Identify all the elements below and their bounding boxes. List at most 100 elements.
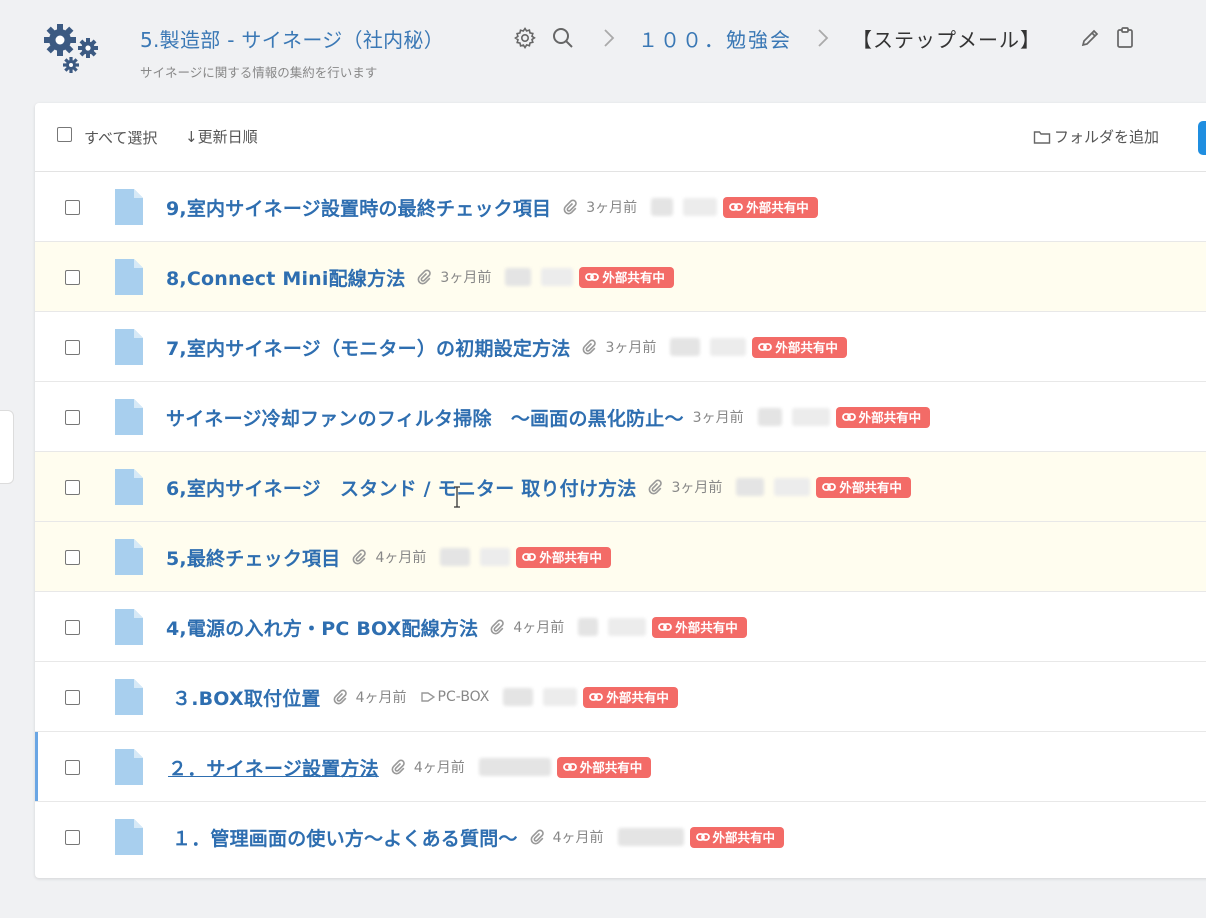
chevron-right-icon — [596, 25, 622, 51]
primary-action-button[interactable] — [1198, 121, 1206, 155]
space-title[interactable]: 5.製造部 - サイネージ（社内秘） — [140, 24, 444, 53]
external-share-badge[interactable]: 外部共有中 — [752, 336, 847, 358]
row-title[interactable]: 4,電源の入れ方・PC BOX配線方法 — [166, 614, 478, 641]
add-folder-label: フォルダを追加 — [1054, 128, 1160, 146]
row-title[interactable]: １．管理画面の使い方～よくある質問～ — [172, 824, 518, 851]
list-item[interactable]: ３.BOX取付位置 4ヶ月前 PC-BOX 外部共有中 — [35, 662, 1206, 732]
external-share-badge[interactable]: 外部共有中 — [652, 616, 747, 638]
document-icon — [115, 469, 143, 505]
select-all-checkbox[interactable] — [57, 127, 72, 142]
redacted-author — [503, 688, 534, 706]
add-folder-button[interactable]: フォルダを追加 — [1033, 126, 1159, 147]
link-icon — [589, 693, 604, 701]
share-badge-label: 外部共有中 — [858, 409, 922, 425]
external-share-badge[interactable]: 外部共有中 — [583, 686, 678, 708]
row-title[interactable]: 5,最終チェック項目 — [166, 544, 340, 571]
pencil-icon[interactable] — [1077, 25, 1103, 51]
link-icon — [585, 273, 600, 281]
row-title[interactable]: 8,Connect Mini配線方法 — [166, 264, 405, 291]
share-badge-label: 外部共有中 — [602, 269, 665, 285]
redacted-author — [617, 828, 684, 846]
row-title[interactable]: 9,室内サイネージ設置時の最終チェック項目 — [166, 194, 551, 221]
document-icon — [115, 329, 143, 365]
list-item[interactable]: 6,室内サイネージ スタンド / モニター 取り付け方法 3ヶ月前 外部共有中 — [35, 452, 1206, 522]
row-checkbox[interactable] — [65, 620, 80, 635]
updated-time: 3ヶ月前 — [586, 200, 638, 216]
share-badge-label: 外部共有中 — [675, 619, 738, 635]
redacted-author — [578, 618, 599, 636]
redacted-author — [651, 198, 674, 216]
document-icon — [115, 539, 143, 575]
row-checkbox[interactable] — [65, 270, 80, 285]
document-icon — [115, 609, 143, 645]
redacted-author — [774, 478, 811, 496]
link-icon — [822, 483, 837, 491]
paperclip-icon — [530, 829, 544, 845]
row-checkbox[interactable] — [65, 480, 80, 495]
list-item[interactable]: 5,最終チェック項目 4ヶ月前 外部共有中 — [35, 522, 1206, 592]
document-icon — [115, 679, 143, 715]
row-title[interactable]: 6,室内サイネージ スタンド / モニター 取り付け方法 — [166, 474, 636, 501]
document-icon — [115, 399, 143, 435]
paperclip-icon — [417, 269, 432, 285]
clipboard-icon[interactable] — [1112, 25, 1138, 51]
list-item[interactable]: 9,室内サイネージ設置時の最終チェック項目 3ヶ月前 外部共有中 — [35, 172, 1206, 242]
external-share-badge[interactable]: 外部共有中 — [579, 266, 674, 288]
row-checkbox[interactable] — [65, 760, 80, 775]
search-icon[interactable] — [550, 25, 576, 51]
external-share-badge[interactable]: 外部共有中 — [516, 546, 611, 568]
breadcrumb-folder[interactable]: １００．勉強会 — [638, 24, 792, 53]
redacted-author — [608, 618, 647, 636]
external-share-badge[interactable]: 外部共有中 — [556, 756, 652, 778]
row-checkbox[interactable] — [65, 340, 80, 355]
row-checkbox[interactable] — [65, 690, 80, 705]
row-title[interactable]: 7,室内サイネージ（モニター）の初期設定方法 — [166, 334, 570, 361]
redacted-author — [543, 688, 578, 706]
row-title[interactable]: サイネージ冷却ファンのフィルタ掃除 ～画面の黒化防止～ — [166, 404, 684, 431]
row-checkbox[interactable] — [65, 550, 80, 565]
link-icon — [729, 203, 744, 211]
list-item[interactable]: ２．サイネージ設置方法 4ヶ月前 外部共有中 — [35, 732, 1206, 802]
redacted-author — [736, 478, 765, 496]
updated-time: 3ヶ月前 — [605, 340, 657, 356]
text-cursor-icon — [454, 486, 460, 508]
redacted-author — [683, 198, 718, 216]
file-list-panel: すべて選択 ↓更新日順 フォルダを追加 9,室内サイネージ設置時の最終チェック項… — [35, 103, 1206, 878]
list-item[interactable]: サイネージ冷却ファンのフィルタ掃除 ～画面の黒化防止～ 3ヶ月前 外部共有中 — [35, 382, 1206, 452]
list-item[interactable]: 8,Connect Mini配線方法 3ヶ月前 外部共有中 — [35, 242, 1206, 312]
gears-logo-icon — [44, 24, 98, 73]
share-badge-label: 外部共有中 — [712, 829, 776, 845]
chevron-right-icon — [810, 25, 836, 51]
list-item[interactable]: 7,室内サイネージ（モニター）の初期設定方法 3ヶ月前 外部共有中 — [35, 312, 1206, 382]
list-item[interactable]: １．管理画面の使い方～よくある質問～ 4ヶ月前 外部共有中 — [35, 802, 1206, 872]
external-share-badge[interactable]: 外部共有中 — [689, 826, 785, 848]
updated-time: 3ヶ月前 — [671, 480, 723, 496]
header: 5.製造部 - サイネージ（社内秘） サイネージに関する情報の集約を行います １… — [0, 0, 1206, 100]
external-share-badge[interactable]: 外部共有中 — [816, 476, 911, 498]
updated-time: 4ヶ月前 — [552, 830, 604, 846]
external-share-badge[interactable]: 外部共有中 — [835, 406, 931, 428]
document-icon — [115, 749, 143, 785]
redacted-author — [478, 758, 551, 776]
row-checkbox[interactable] — [65, 830, 80, 845]
updated-time: 4ヶ月前 — [413, 760, 465, 776]
document-icon — [115, 189, 143, 225]
tag-label[interactable]: PC-BOX — [420, 689, 489, 705]
share-badge-label: 外部共有中 — [606, 689, 669, 705]
gear-icon[interactable] — [512, 25, 538, 51]
file-list: 9,室内サイネージ設置時の最終チェック項目 3ヶ月前 外部共有中 8,Conne… — [35, 172, 1206, 872]
sort-button[interactable]: ↓更新日順 — [185, 126, 258, 147]
folder-icon — [1033, 130, 1051, 144]
select-all[interactable]: すべて選択 — [57, 127, 157, 148]
external-share-badge[interactable]: 外部共有中 — [723, 196, 818, 218]
list-item[interactable]: 4,電源の入れ方・PC BOX配線方法 4ヶ月前 外部共有中 — [35, 592, 1206, 662]
share-badge-label: 外部共有中 — [579, 759, 643, 775]
link-icon — [695, 833, 710, 841]
row-checkbox[interactable] — [65, 200, 80, 215]
link-icon — [562, 763, 577, 771]
space-subtitle: サイネージに関する情報の集約を行います — [140, 65, 378, 80]
side-panel-toggle[interactable] — [0, 410, 14, 484]
row-checkbox[interactable] — [65, 410, 80, 425]
row-title[interactable]: ２．サイネージ設置方法 — [168, 754, 379, 781]
row-title[interactable]: ３.BOX取付位置 — [172, 684, 321, 711]
